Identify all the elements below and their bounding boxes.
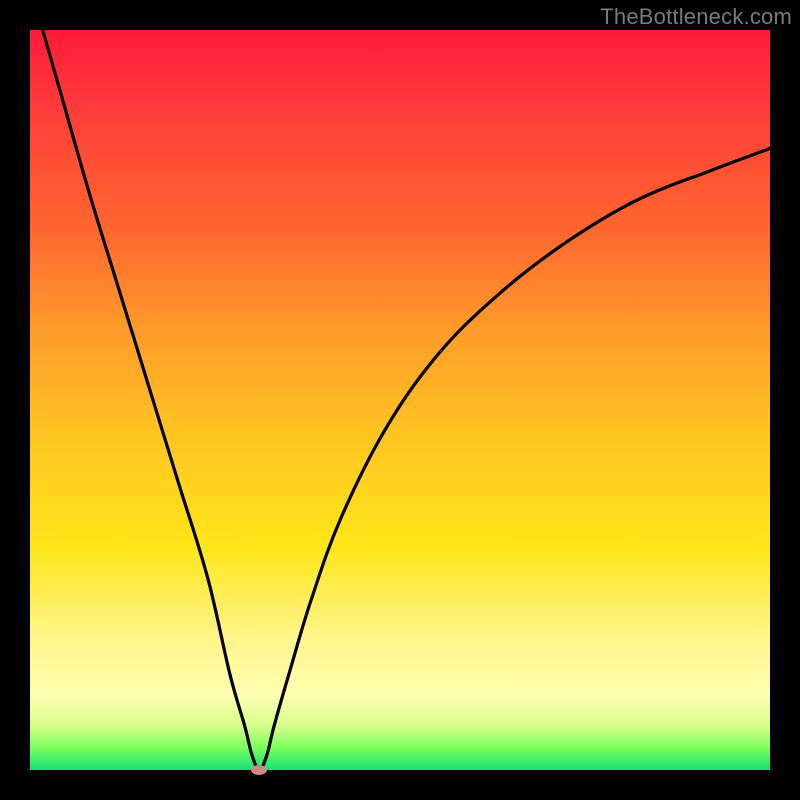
watermark-text: TheBottleneck.com xyxy=(600,4,792,30)
plot-area xyxy=(30,30,770,770)
chart-frame: TheBottleneck.com xyxy=(0,0,800,800)
min-marker xyxy=(251,765,267,775)
bottleneck-curve xyxy=(30,30,770,770)
